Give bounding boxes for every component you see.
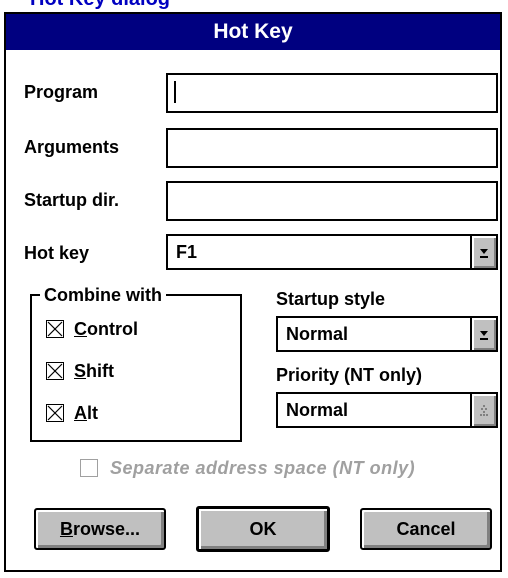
program-label: Program xyxy=(24,82,99,102)
separate-address-checkbox[interactable] xyxy=(80,459,98,477)
checkbox-cross-icon xyxy=(47,405,63,421)
ok-button[interactable]: OK xyxy=(196,506,330,552)
background-window-text: Hot Key dialog xyxy=(30,0,170,10)
startup-dir-input[interactable] xyxy=(166,181,498,221)
hot-key-label: Hot key xyxy=(24,243,90,263)
checkbox-cross-icon xyxy=(47,321,63,337)
cancel-button[interactable]: Cancel xyxy=(360,508,492,550)
shift-label[interactable]: Shift xyxy=(74,360,114,382)
title-bar: Hot Key xyxy=(6,14,500,50)
startup-style-label: Startup style xyxy=(276,289,386,309)
startup-style-dropdown-button[interactable] xyxy=(470,318,496,350)
shift-checkbox[interactable] xyxy=(46,362,64,380)
priority-dropdown-button[interactable] xyxy=(470,394,496,426)
text-caret xyxy=(174,81,176,103)
arguments-input[interactable] xyxy=(166,128,498,168)
separate-address-label: Separate address space (NT only) xyxy=(110,458,416,478)
alt-label[interactable]: Alt xyxy=(74,402,98,424)
cancel-button-label: Cancel xyxy=(396,518,456,539)
browse-button-label: Browse... xyxy=(59,518,141,539)
combine-with-title: Combine with xyxy=(40,284,166,306)
dropdown-arrow-icon xyxy=(480,331,488,340)
combine-with-group: Combine with Control Shift Alt xyxy=(30,284,242,442)
hot-key-value: F1 xyxy=(176,242,198,262)
arguments-label: Arguments xyxy=(24,137,120,157)
hot-key-dropdown-button[interactable] xyxy=(470,236,496,268)
startup-style-value: Normal xyxy=(286,324,349,344)
alt-checkbox[interactable] xyxy=(46,404,64,422)
checkbox-cross-icon xyxy=(47,363,63,379)
startup-dir-label: Startup dir. xyxy=(24,190,120,210)
priority-label: Priority (NT only) xyxy=(276,365,423,385)
priority-select[interactable]: Normal xyxy=(276,392,498,428)
hot-key-select[interactable]: F1 xyxy=(166,234,498,270)
hot-key-dialog: Hot Key Program Arguments Startup dir. H… xyxy=(4,12,502,572)
control-label[interactable]: Control xyxy=(74,318,138,340)
disabled-dropdown-icon xyxy=(480,405,488,416)
dialog-title: Hot Key xyxy=(213,20,293,43)
ok-button-label: OK xyxy=(249,518,277,539)
control-checkbox[interactable] xyxy=(46,320,64,338)
program-input[interactable] xyxy=(166,73,498,113)
priority-value: Normal xyxy=(286,400,349,420)
dropdown-arrow-icon xyxy=(480,249,488,258)
startup-style-select[interactable]: Normal xyxy=(276,316,498,352)
browse-button[interactable]: Browse... xyxy=(34,508,166,550)
